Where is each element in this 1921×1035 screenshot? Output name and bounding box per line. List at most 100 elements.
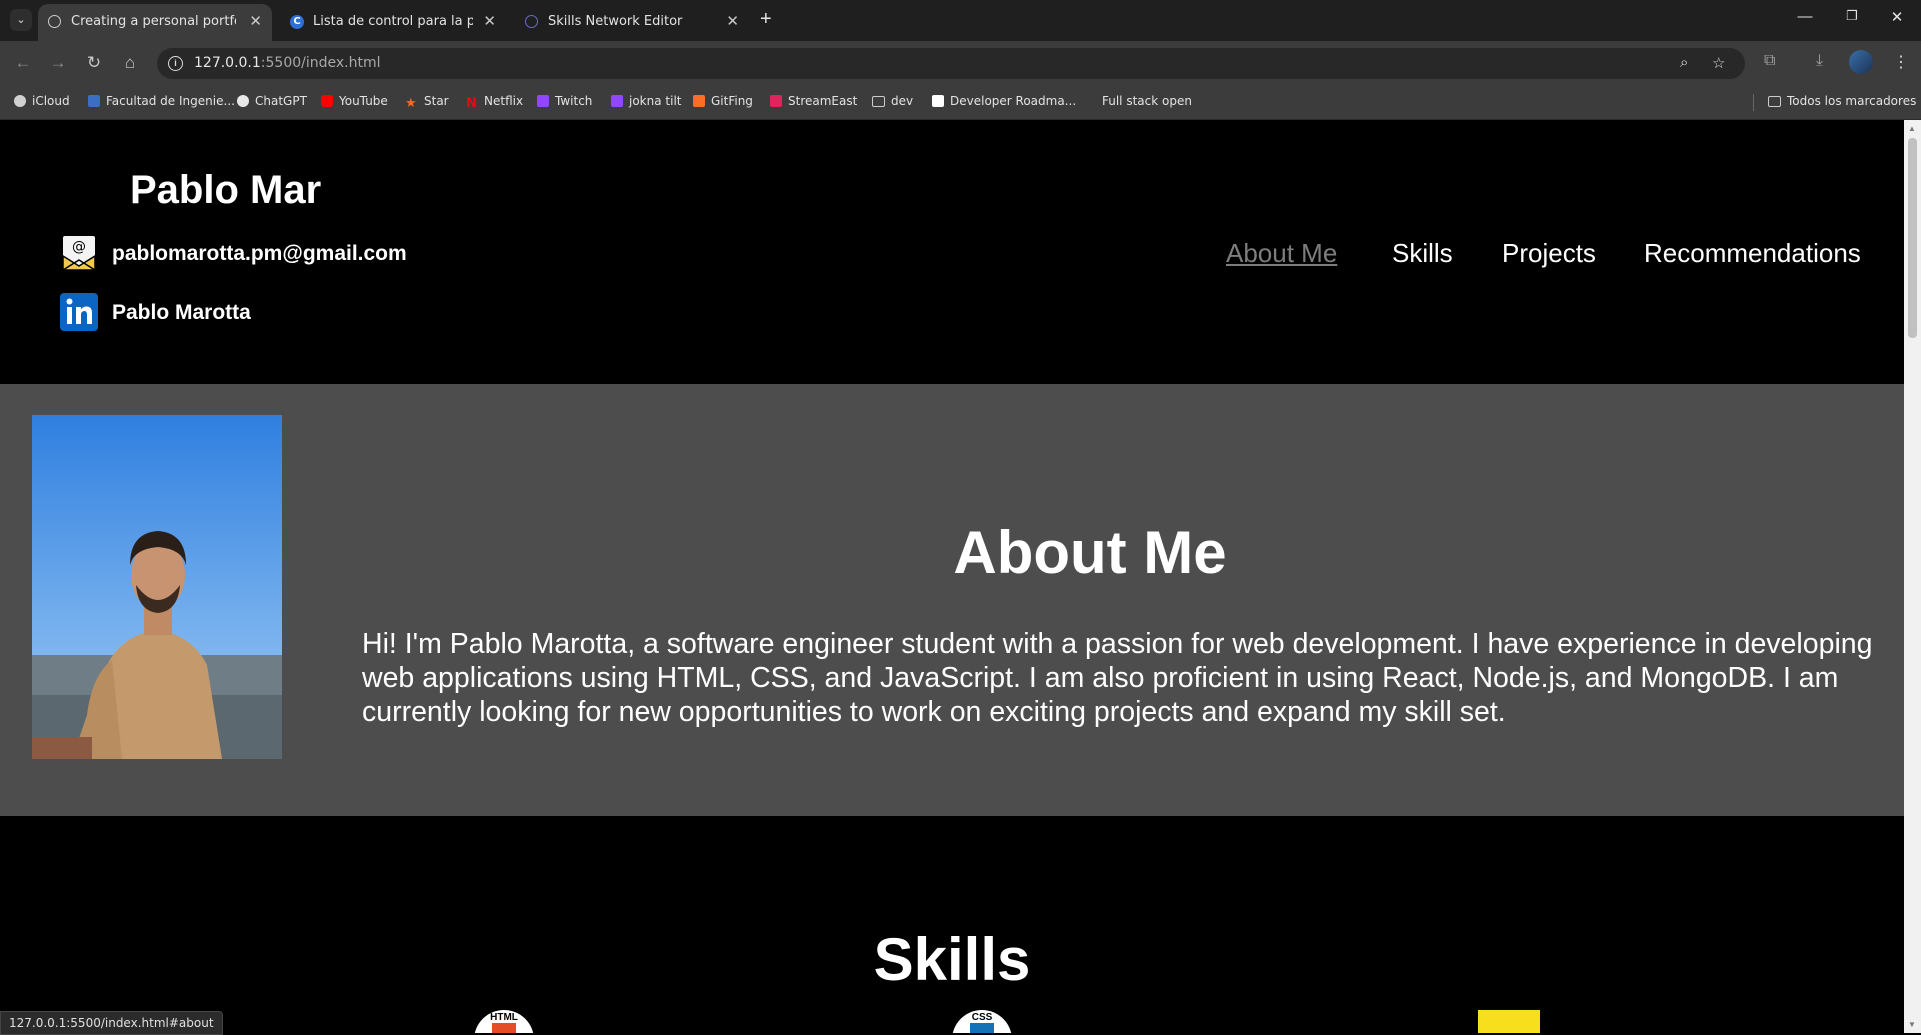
bookmark-label: Todos los marcadores: [1787, 94, 1917, 108]
bookmark-facultad[interactable]: Facultad de Ingenie...: [88, 94, 235, 108]
bookmark-chatgpt[interactable]: ChatGPT: [237, 94, 307, 108]
address-bar[interactable]: i 127.0.0.1:5500/index.html ⌕ ☆: [157, 48, 1745, 79]
new-tab-button[interactable]: +: [760, 8, 772, 31]
editor-icon: [525, 15, 538, 28]
twitch-icon: [537, 95, 549, 107]
nav-projects[interactable]: Projects: [1502, 238, 1596, 269]
site-info-icon[interactable]: i: [168, 56, 183, 71]
status-bar-url: 127.0.0.1:5500/index.html#about: [0, 1011, 223, 1035]
site-name: Pablo Mar: [130, 168, 322, 212]
streameast-icon: [770, 95, 782, 107]
bookmark-label: Developer Roadma...: [950, 94, 1077, 108]
bookmark-label: Star: [424, 94, 449, 108]
nav-recommendations[interactable]: Recommendations: [1644, 238, 1861, 269]
restore-icon[interactable]: ❐: [1842, 8, 1862, 24]
bookmark-gitfing[interactable]: GitFing: [693, 94, 753, 108]
bookmark-icloud[interactable]: iCloud: [14, 94, 70, 108]
bookmark-jokna[interactable]: jokna tilt: [611, 94, 681, 108]
roadmap-icon: [932, 95, 944, 107]
youtube-icon: [321, 95, 333, 107]
about-title: About Me: [953, 518, 1227, 586]
bookmark-youtube[interactable]: YouTube: [321, 94, 388, 108]
tab-strip: ⌄ Creating a personal portfolio ✕ C List…: [0, 0, 1921, 41]
url-host: 127.0.0.1: [194, 55, 261, 71]
profile-avatar[interactable]: [1849, 50, 1873, 74]
folder-icon: [1768, 96, 1781, 107]
folder-icon: [872, 96, 885, 107]
about-section: About Me Hi! I'm Pablo Marotta, a softwa…: [0, 384, 1904, 816]
bookmark-label: GitFing: [711, 94, 753, 108]
bookmark-label: dev: [891, 94, 914, 108]
tab-search-button[interactable]: ⌄: [10, 9, 32, 31]
page-viewport: Pablo Mar @ pablomarotta.pm@gmail.com Pa…: [0, 120, 1904, 1033]
tab-title: Skills Network Editor: [548, 14, 683, 29]
gitlab-icon: [693, 95, 705, 107]
css-icon: CSS: [952, 1010, 1012, 1033]
close-tab-icon[interactable]: ✕: [483, 12, 496, 30]
email-icon: @: [62, 236, 96, 271]
bookmark-star-icon[interactable]: ☆: [1712, 54, 1725, 72]
bookmark-streameast[interactable]: StreamEast: [770, 94, 857, 108]
close-window-icon[interactable]: ✕: [1887, 8, 1907, 26]
netflix-icon: N: [466, 96, 477, 111]
bookmark-fullstack[interactable]: Full stack open: [1102, 94, 1192, 108]
tab-portfolio[interactable]: Creating a personal portfolio ✕: [38, 4, 272, 41]
c-icon: C: [290, 15, 304, 29]
close-tab-icon[interactable]: ✕: [249, 12, 262, 30]
bookmark-label: StreamEast: [788, 94, 858, 108]
bookmark-folder-dev[interactable]: dev: [872, 94, 913, 108]
svg-text:@: @: [72, 239, 86, 255]
all-bookmarks-folder[interactable]: Todos los marcadores: [1768, 94, 1916, 108]
back-icon[interactable]: ←: [11, 51, 35, 75]
url-text[interactable]: 127.0.0.1:5500/index.html: [194, 55, 381, 71]
bookmarks-bar: iCloud Facultad de Ingenie... ChatGPT Yo…: [0, 85, 1921, 120]
css-icon-label: CSS: [972, 1012, 993, 1023]
apple-icon: [14, 95, 26, 107]
bookmark-label: iCloud: [32, 94, 70, 108]
linkedin-icon: [60, 293, 98, 331]
page-scrollbar[interactable]: ▲ ▼: [1904, 120, 1921, 1033]
tab-title: Lista de control para la present: [313, 14, 473, 29]
menu-icon[interactable]: ⋮: [1893, 52, 1909, 72]
bookmark-label: Netflix: [484, 94, 524, 108]
extensions-icon[interactable]: ⧉: [1764, 52, 1775, 70]
tab-checklist[interactable]: C Lista de control para la present ✕: [280, 4, 506, 41]
globe-icon: [48, 15, 61, 28]
chatgpt-icon: [237, 95, 249, 107]
nav-skills[interactable]: Skills: [1392, 238, 1453, 269]
bookmark-label: ChatGPT: [255, 94, 307, 108]
scroll-thumb[interactable]: [1908, 138, 1917, 338]
home-icon[interactable]: ⌂: [118, 51, 142, 75]
scroll-up-icon[interactable]: ▲: [1908, 124, 1916, 133]
javascript-icon: [1478, 1010, 1540, 1033]
university-icon: [88, 95, 100, 107]
close-tab-icon[interactable]: ✕: [726, 12, 739, 30]
bookmark-label: Full stack open: [1102, 94, 1192, 108]
bookmark-label: YouTube: [339, 94, 388, 108]
twitch-icon: [611, 95, 623, 107]
email-link[interactable]: pablomarotta.pm@gmail.com: [112, 242, 407, 266]
bookmark-star[interactable]: ★ Star: [405, 94, 449, 110]
nav-about-me[interactable]: About Me: [1226, 238, 1337, 269]
tab-skills-network[interactable]: Skills Network Editor ✕: [515, 4, 749, 41]
bookmark-label: Facultad de Ingenie...: [106, 94, 235, 108]
zoom-icon[interactable]: ⌕: [1680, 54, 1688, 71]
html-icon: HTML: [474, 1010, 534, 1033]
bookmark-label: Twitch: [555, 94, 593, 108]
linkedin-link[interactable]: Pablo Marotta: [112, 301, 251, 325]
forward-icon[interactable]: →: [46, 51, 70, 75]
star-icon: ★: [405, 96, 417, 111]
about-text: Hi! I'm Pablo Marotta, a software engine…: [362, 627, 1873, 728]
reload-icon[interactable]: ↻: [82, 51, 106, 75]
bookmark-roadmap[interactable]: Developer Roadma...: [932, 94, 1076, 108]
bookmark-twitch[interactable]: Twitch: [537, 94, 592, 108]
html-icon-label: HTML: [490, 1012, 518, 1023]
browser-toolbar: ← → ↻ ⌂ i 127.0.0.1:5500/index.html ⌕ ☆ …: [0, 41, 1921, 85]
bookmarks-divider: [1753, 94, 1754, 111]
scroll-down-icon[interactable]: ▼: [1908, 1020, 1916, 1029]
skills-title: Skills: [873, 925, 1031, 993]
download-icon[interactable]: ⤓: [1816, 52, 1823, 70]
minimize-icon[interactable]: —: [1795, 8, 1815, 25]
tab-title: Creating a personal portfolio: [71, 14, 236, 29]
bookmark-netflix[interactable]: N Netflix: [466, 94, 523, 110]
